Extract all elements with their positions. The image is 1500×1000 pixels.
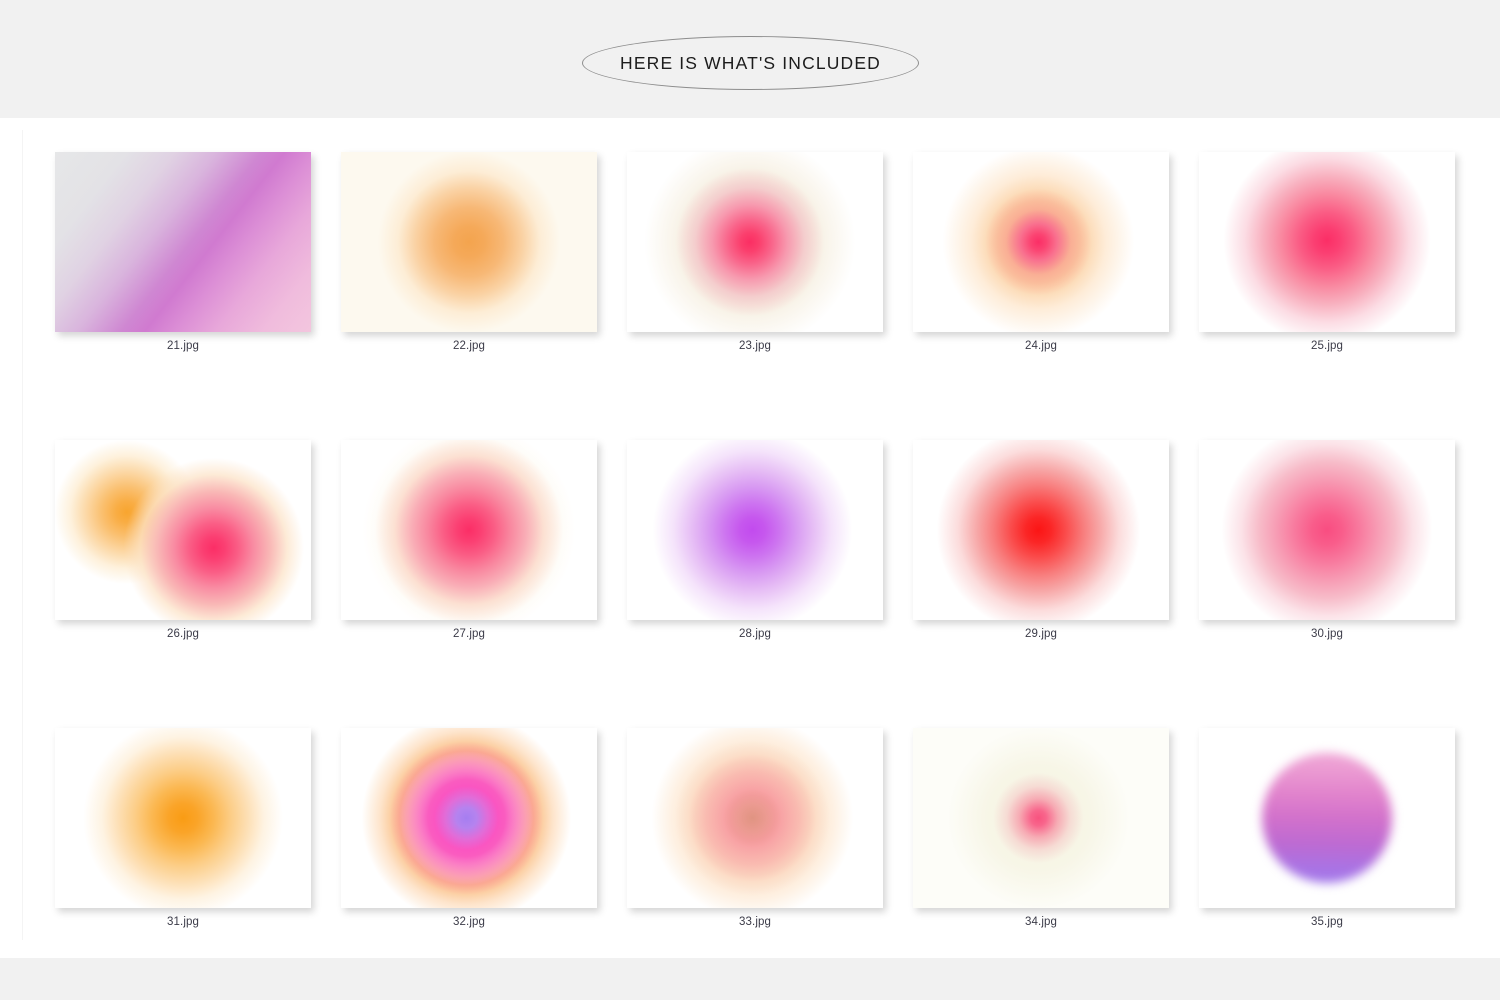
thumbnail-caption: 26.jpg	[167, 628, 199, 640]
thumbnail-image[interactable]	[627, 152, 883, 332]
gallery-item[interactable]: 26.jpg	[40, 432, 326, 720]
thumbnail-caption: 24.jpg	[1025, 340, 1057, 352]
thumbnail-image[interactable]	[913, 152, 1169, 332]
thumbnail-image[interactable]	[913, 440, 1169, 620]
gradient-layer	[55, 152, 311, 332]
gradient-circle	[1262, 753, 1392, 883]
thumbnail-image[interactable]	[627, 728, 883, 908]
thumbnail-caption: 30.jpg	[1311, 628, 1343, 640]
gradient-layer	[1199, 440, 1455, 620]
page-title: HERE IS WHAT'S INCLUDED	[620, 52, 881, 73]
thumbnail-frame[interactable]	[913, 440, 1169, 620]
thumbnail-caption: 29.jpg	[1025, 628, 1057, 640]
gradient-layer	[913, 440, 1169, 620]
thumbnail-frame[interactable]	[1199, 728, 1455, 908]
thumbnail-image[interactable]	[627, 440, 883, 620]
gradient-layer	[627, 728, 883, 908]
thumbnail-caption: 32.jpg	[453, 916, 485, 928]
gallery-item[interactable]: 27.jpg	[326, 432, 612, 720]
thumbnail-image[interactable]	[341, 152, 597, 332]
thumbnail-caption: 35.jpg	[1311, 916, 1343, 928]
thumbnail-frame[interactable]	[1199, 152, 1455, 332]
thumbnail-caption: 28.jpg	[739, 628, 771, 640]
left-margin-rule	[22, 130, 23, 940]
gallery-item[interactable]: 23.jpg	[612, 144, 898, 432]
gradient-layer	[341, 152, 597, 332]
gallery-item[interactable]: 21.jpg	[40, 144, 326, 432]
header-badge: HERE IS WHAT'S INCLUDED	[582, 36, 919, 90]
thumbnail-frame[interactable]	[627, 152, 883, 332]
thumbnail-image[interactable]	[1199, 152, 1455, 332]
thumbnail-image[interactable]	[55, 728, 311, 908]
thumbnail-image[interactable]	[913, 728, 1169, 908]
thumbnail-image[interactable]	[55, 152, 311, 332]
thumbnail-frame[interactable]	[1199, 440, 1455, 620]
thumbnail-frame[interactable]	[55, 152, 311, 332]
gallery-item[interactable]: 24.jpg	[898, 144, 1184, 432]
thumbnail-frame[interactable]	[627, 440, 883, 620]
thumbnail-frame[interactable]	[341, 728, 597, 908]
gradient-layer	[55, 728, 311, 908]
thumbnail-caption: 27.jpg	[453, 628, 485, 640]
thumbnail-frame[interactable]	[55, 728, 311, 908]
thumbnail-image[interactable]	[1199, 440, 1455, 620]
gradient-layer	[1199, 152, 1455, 332]
thumbnail-caption: 22.jpg	[453, 340, 485, 352]
thumbnail-caption: 34.jpg	[1025, 916, 1057, 928]
thumbnail-frame[interactable]	[55, 440, 311, 620]
thumbnail-grid: 21.jpg 22.jpg 23.jpg 24.jpg 25.jpg 26.jpg 27.j…	[40, 144, 1470, 1000]
gallery-item[interactable]: 30.jpg	[1184, 432, 1470, 720]
thumbnail-caption: 31.jpg	[167, 916, 199, 928]
gradient-layer	[341, 728, 597, 908]
gradient-layer	[55, 440, 311, 620]
thumbnail-frame[interactable]	[913, 728, 1169, 908]
gallery-item[interactable]: 28.jpg	[612, 432, 898, 720]
gallery-item[interactable]: 22.jpg	[326, 144, 612, 432]
gallery-item[interactable]: 25.jpg	[1184, 144, 1470, 432]
thumbnail-caption: 25.jpg	[1311, 340, 1343, 352]
gallery-item[interactable]: 29.jpg	[898, 432, 1184, 720]
footer-band	[0, 958, 1500, 1000]
thumbnail-frame[interactable]	[913, 152, 1169, 332]
thumbnail-image[interactable]	[55, 440, 311, 620]
thumbnail-caption: 33.jpg	[739, 916, 771, 928]
gallery-content-area: 21.jpg 22.jpg 23.jpg 24.jpg 25.jpg 26.jpg 27.j…	[0, 118, 1500, 958]
thumbnail-image[interactable]	[1199, 728, 1455, 908]
thumbnail-frame[interactable]	[341, 440, 597, 620]
thumbnail-image[interactable]	[341, 728, 597, 908]
thumbnail-image[interactable]	[341, 440, 597, 620]
gradient-layer	[913, 152, 1169, 332]
gradient-layer	[913, 728, 1169, 908]
gradient-layer	[627, 440, 883, 620]
thumbnail-frame[interactable]	[627, 728, 883, 908]
thumbnail-caption: 21.jpg	[167, 340, 199, 352]
thumbnail-caption: 23.jpg	[739, 340, 771, 352]
gradient-layer	[341, 440, 597, 620]
thumbnail-frame[interactable]	[341, 152, 597, 332]
gradient-layer	[627, 152, 883, 332]
